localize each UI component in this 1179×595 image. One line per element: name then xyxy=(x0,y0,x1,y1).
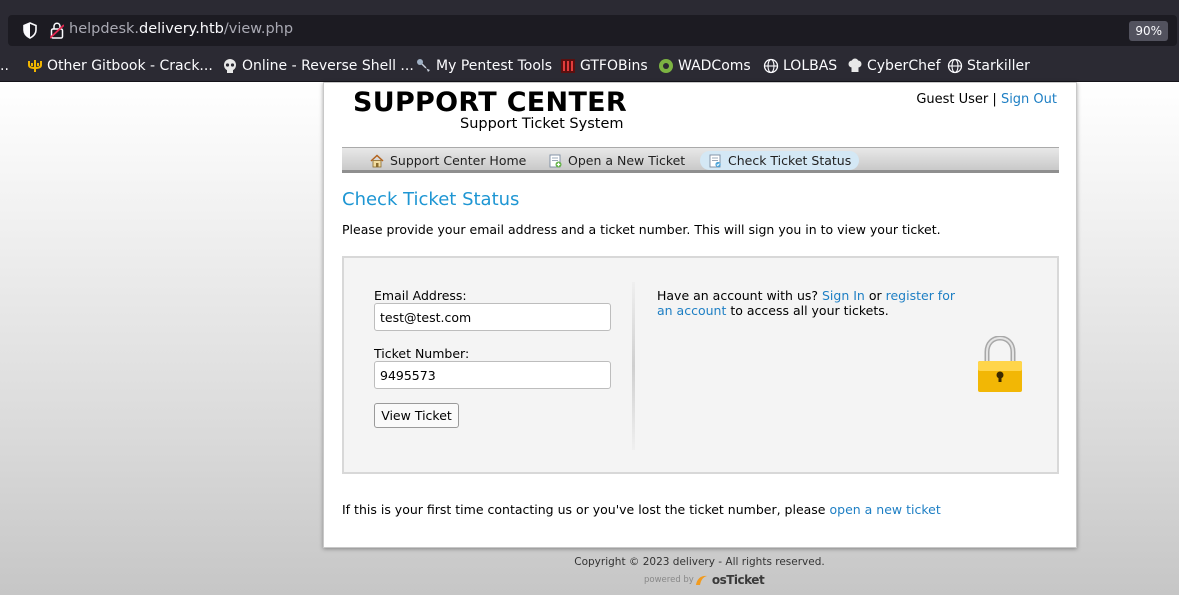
navigation-toolbar: helpdesk.delivery.htb/view.php 90% xyxy=(0,10,1179,50)
user-separator: | xyxy=(992,92,997,107)
bookmark-wadcoms[interactable]: WADComs xyxy=(658,56,751,76)
account-prefix: Have an account with us? xyxy=(657,288,819,303)
bookmarks-toolbar: .. Other Gitbook - Crack... Online - Rev… xyxy=(0,50,1179,82)
ticket-number-label: Ticket Number: xyxy=(374,346,470,361)
gtfobins-icon xyxy=(561,59,575,73)
insecure-lock-icon[interactable] xyxy=(50,22,64,39)
content-container: SUPPORT CENTER Support Ticket System Gue… xyxy=(323,82,1077,548)
bookmark-overflow[interactable]: .. xyxy=(0,56,9,76)
ticket-lookup-box: Email Address: Ticket Number: View Ticke… xyxy=(342,256,1059,474)
url-path: /view.php xyxy=(223,21,294,37)
tab-strip xyxy=(0,0,1179,10)
sign-in-link[interactable]: Sign In xyxy=(822,288,865,303)
copyright: Copyright © 2023 delivery - All rights r… xyxy=(574,556,825,568)
nav-open-new-ticket[interactable]: Open a New Ticket xyxy=(540,151,693,170)
url-bar[interactable]: helpdesk.delivery.htb/view.php 90% xyxy=(8,15,1177,46)
home-icon xyxy=(370,153,384,167)
user-name: Guest User xyxy=(916,92,989,107)
bookmark-gtfobins[interactable]: GTFOBins xyxy=(560,56,648,76)
view-ticket-button[interactable]: View Ticket xyxy=(374,403,459,428)
shield-icon[interactable] xyxy=(22,22,38,39)
bookmark-label: GTFOBins xyxy=(580,58,648,74)
url-host-prefix: helpdesk. xyxy=(69,21,140,37)
padlock-icon xyxy=(978,336,1022,392)
bookmark-other-gitbook[interactable]: Other Gitbook - Crack... xyxy=(27,56,213,76)
bookmark-starkiller[interactable]: Starkiller xyxy=(947,56,1030,76)
bookmark-pentest-tools[interactable]: My Pentest Tools xyxy=(416,56,552,76)
user-info: Guest User | Sign Out xyxy=(916,92,1057,107)
main-nav: Support Center Home Open a New Ticket Ch… xyxy=(342,147,1059,173)
nav-label: Open a New Ticket xyxy=(568,153,686,168)
bookmark-cyberchef[interactable]: CyberChef xyxy=(847,56,941,76)
osticket-logo-icon xyxy=(695,575,707,585)
bookmark-label: .. xyxy=(0,58,9,74)
globe-icon xyxy=(763,58,779,74)
bookmark-label: LOLBAS xyxy=(783,58,838,74)
nav-support-center-home[interactable]: Support Center Home xyxy=(362,151,534,170)
new-ticket-icon xyxy=(549,154,562,167)
powered-by[interactable]: powered by osTicket xyxy=(644,573,765,587)
bookmark-label: My Pentest Tools xyxy=(436,58,553,74)
form-divider xyxy=(632,282,635,450)
nav-label: Support Center Home xyxy=(390,153,527,168)
logo-subtitle: Support Ticket System xyxy=(460,116,624,132)
account-or: or xyxy=(868,288,882,303)
trident-icon xyxy=(28,60,42,72)
chef-hat-icon xyxy=(848,58,862,72)
open-new-ticket-link[interactable]: open a new ticket xyxy=(830,502,941,517)
footnote-text: If this is your first time contacting us… xyxy=(342,502,826,517)
wadcoms-icon xyxy=(659,59,673,73)
osticket-brand: osTicket xyxy=(711,573,765,587)
bookmark-label: Starkiller xyxy=(967,58,1030,74)
bookmark-label: Other Gitbook - Crack... xyxy=(47,58,213,74)
tool-icon xyxy=(417,59,430,72)
email-label: Email Address: xyxy=(374,288,467,303)
account-prompt: Have an account with us? Sign In or regi… xyxy=(657,288,967,318)
nav-label: Check Ticket Status xyxy=(728,153,852,168)
bookmark-label: Online - Reverse Shell ... xyxy=(242,58,414,74)
bookmark-reverse-shell[interactable]: Online - Reverse Shell ... xyxy=(222,56,414,76)
bookmark-lolbas[interactable]: LOLBAS xyxy=(763,56,837,76)
bookmark-label: CyberChef xyxy=(867,58,941,74)
powered-by-text: powered by xyxy=(644,575,694,585)
page-background: SUPPORT CENTER Support Ticket System Gue… xyxy=(0,82,1179,595)
bookmark-label: WADComs xyxy=(678,58,751,74)
zoom-indicator[interactable]: 90% xyxy=(1129,21,1168,41)
skull-icon xyxy=(224,59,236,73)
nav-check-ticket-status[interactable]: Check Ticket Status xyxy=(700,151,860,170)
sign-out-link[interactable]: Sign Out xyxy=(1001,92,1057,107)
account-suffix: to access all your tickets. xyxy=(730,303,889,318)
globe-icon xyxy=(947,58,963,74)
new-ticket-footnote: If this is your first time contacting us… xyxy=(342,502,941,517)
logo-title[interactable]: SUPPORT CENTER xyxy=(353,87,627,118)
url-text[interactable]: helpdesk.delivery.htb/view.php xyxy=(69,21,293,37)
url-host-domain: delivery.htb xyxy=(139,21,224,37)
ticket-status-icon xyxy=(709,154,721,167)
intro-text: Please provide your email address and a … xyxy=(342,222,941,237)
page-title: Check Ticket Status xyxy=(342,189,520,210)
email-field[interactable] xyxy=(374,303,611,331)
ticket-number-field[interactable] xyxy=(374,361,611,389)
